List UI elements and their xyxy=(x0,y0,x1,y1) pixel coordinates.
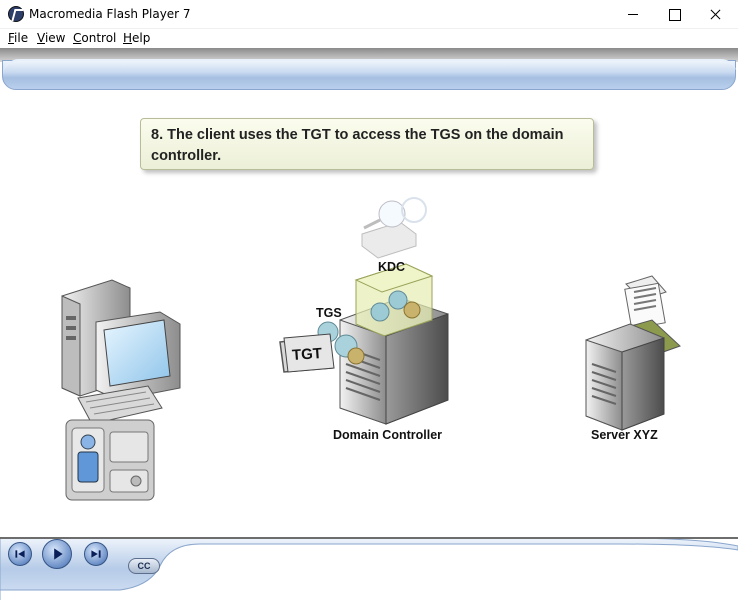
server-xyz-label: Server XYZ xyxy=(591,428,658,442)
menu-control[interactable]: Control xyxy=(73,31,116,45)
title-bar: Macromedia Flash Player 7 xyxy=(0,0,738,29)
menu-view[interactable]: View xyxy=(37,31,65,45)
diagram-illustration xyxy=(61,197,681,501)
player-top-bar xyxy=(2,59,737,90)
maximize-button[interactable] xyxy=(656,0,702,29)
tgs-label: TGS xyxy=(316,306,342,320)
close-button[interactable] xyxy=(702,0,738,29)
menu-bar: File View Control Help xyxy=(0,29,738,48)
step-caption-text: 8. The client uses the TGT to access the… xyxy=(151,127,564,164)
closed-captions-button[interactable]: CC xyxy=(128,558,160,574)
window-title: Macromedia Flash Player 7 xyxy=(29,7,191,21)
flash-app-icon xyxy=(8,6,24,22)
play-button[interactable] xyxy=(42,539,72,569)
tgt-label: TGT xyxy=(291,344,323,365)
directory-lookup-icon xyxy=(361,197,427,259)
server-xyz-icon xyxy=(585,275,681,431)
domain-controller-label: Domain Controller xyxy=(333,428,443,442)
player-control-bar xyxy=(0,537,738,600)
menu-file[interactable]: File xyxy=(8,31,28,45)
menu-help[interactable]: Help xyxy=(123,31,150,45)
skip-back-icon xyxy=(15,550,25,558)
minimize-button[interactable] xyxy=(610,0,656,29)
kerberos-diagram: KDC TGS TGT Domain Controller Server XYZ xyxy=(0,180,738,510)
client-computer-icon xyxy=(61,279,181,501)
rewind-button[interactable] xyxy=(8,542,32,566)
forward-button[interactable] xyxy=(84,542,108,566)
skip-forward-icon xyxy=(91,550,101,558)
step-caption-box: 8. The client uses the TGT to access the… xyxy=(140,118,594,170)
kdc-label: KDC xyxy=(378,260,406,274)
play-icon xyxy=(54,548,63,560)
